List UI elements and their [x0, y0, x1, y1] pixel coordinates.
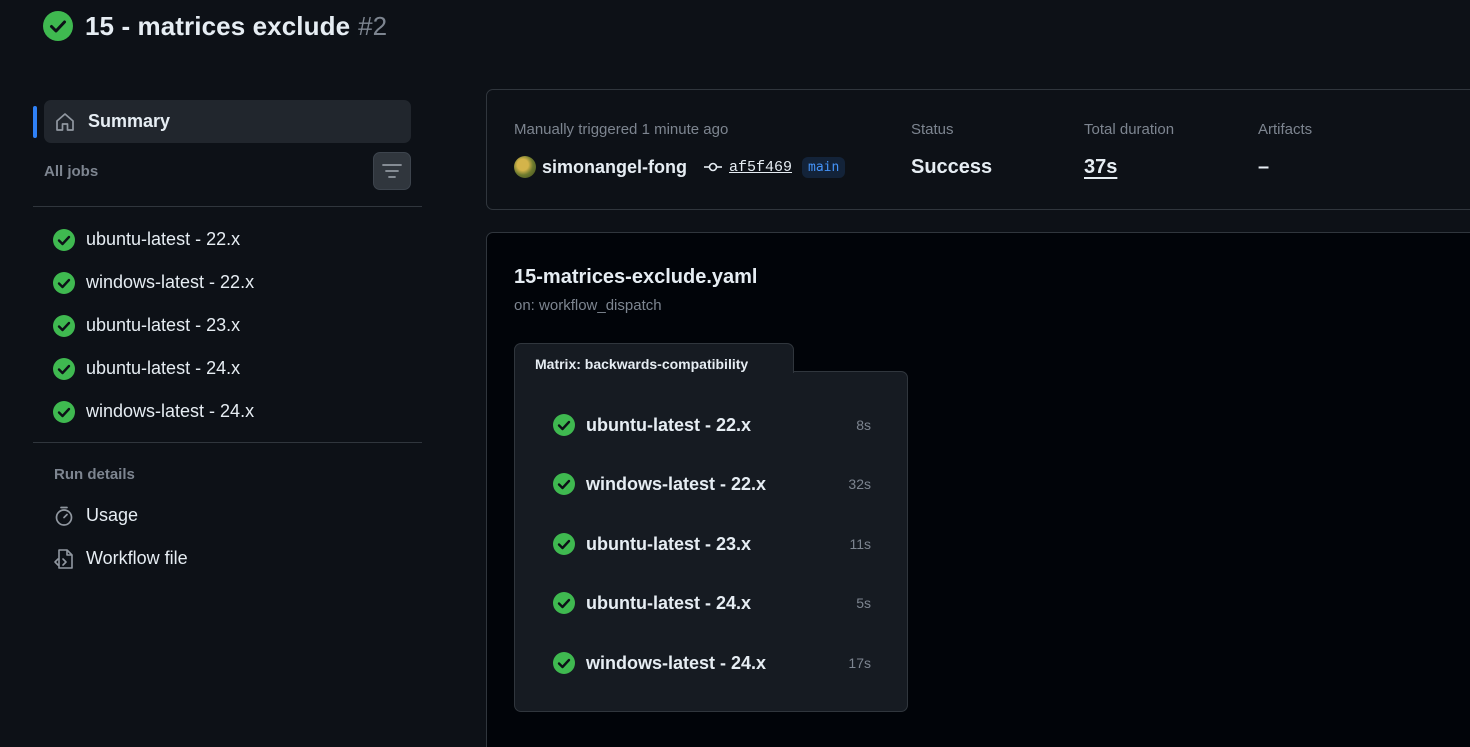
matrix-job-item[interactable]: ubuntu-latest - 23.x 11s [553, 530, 871, 558]
sidebar-item-summary[interactable]: Summary [33, 100, 411, 143]
sidebar-job-item[interactable]: ubuntu-latest - 24.x [33, 347, 422, 390]
stopwatch-icon [55, 506, 73, 526]
job-label: ubuntu-latest - 22.x [86, 229, 241, 249]
workflow-trigger: on: workflow_dispatch [514, 297, 662, 314]
matrix-job-label: ubuntu-latest - 22.x [586, 414, 752, 435]
check-circle-icon [553, 592, 575, 614]
job-list: ubuntu-latest - 22.x windows-latest - 22… [33, 207, 422, 442]
matrix-group: ubuntu-latest - 22.x 8s windows-latest -… [514, 371, 908, 712]
job-label: ubuntu-latest - 23.x [86, 315, 241, 335]
matrix-job-item[interactable]: ubuntu-latest - 22.x 8s [553, 411, 871, 439]
sidebar-job-item[interactable]: ubuntu-latest - 22.x [33, 218, 422, 261]
matrix-header[interactable]: Matrix: backwards-compatibility [514, 343, 794, 373]
check-circle-icon [53, 271, 75, 294]
check-circle-icon [53, 314, 75, 337]
job-duration: 5s [856, 595, 871, 611]
sidebar-job-item[interactable]: windows-latest - 22.x [33, 261, 422, 304]
check-circle-icon [53, 357, 75, 380]
check-circle-icon [553, 473, 575, 495]
job-duration: 11s [849, 536, 871, 552]
duration-link[interactable]: 37s [1084, 155, 1174, 179]
workflow-graph-card: 15-matrices-exclude.yaml on: workflow_di… [486, 232, 1470, 747]
run-details-heading: Run details [54, 466, 135, 483]
job-label: ubuntu-latest - 24.x [86, 358, 241, 378]
sidebar-item-usage[interactable]: Usage [33, 494, 422, 537]
check-circle-icon [43, 11, 73, 41]
run-summary-card: Manually triggered 1 minute ago simonang… [486, 89, 1470, 210]
job-duration: 32s [848, 476, 871, 492]
commit-link[interactable]: af5f469 [729, 159, 792, 176]
sidebar: Summary All jobs ubuntu-latest - 22.x wi… [33, 100, 422, 580]
matrix-job-label: windows-latest - 22.x [586, 473, 767, 494]
check-circle-icon [53, 228, 75, 251]
matrix-job-item[interactable]: ubuntu-latest - 24.x 5s [553, 589, 871, 617]
run-number: #2 [358, 10, 388, 41]
duration-label: Total duration [1084, 121, 1175, 138]
workflow-filename: 15-matrices-exclude.yaml [514, 266, 758, 288]
run-title: 15 - matrices exclude [85, 10, 351, 41]
artifacts-value: – [1258, 155, 1270, 178]
matrix-job-label: ubuntu-latest - 23.x [586, 533, 752, 554]
detail-label: Workflow file [86, 548, 188, 568]
file-code-icon [54, 548, 73, 569]
artifacts-label: Artifacts [1258, 121, 1313, 138]
username-link[interactable]: simonangel-fong [542, 157, 687, 178]
sidebar-job-item[interactable]: ubuntu-latest - 23.x [33, 304, 422, 347]
sidebar-item-label: Summary [88, 111, 171, 131]
check-circle-icon [53, 400, 75, 423]
check-circle-icon [553, 414, 575, 436]
matrix-job-item[interactable]: windows-latest - 24.x 17s [553, 649, 871, 677]
filter-icon [382, 164, 402, 178]
matrix-title: Matrix: backwards-compatibility [535, 356, 749, 372]
job-duration: 8s [856, 417, 871, 433]
sidebar-job-item[interactable]: windows-latest - 24.x [33, 390, 422, 433]
branch-badge[interactable]: main [802, 156, 846, 178]
job-label: windows-latest - 22.x [86, 272, 255, 292]
all-jobs-heading: All jobs [44, 162, 99, 180]
status-value: Success [911, 155, 993, 178]
divider [33, 442, 422, 443]
status-label: Status [911, 121, 954, 138]
git-commit-icon [703, 161, 723, 173]
matrix-job-item[interactable]: windows-latest - 22.x 32s [553, 470, 871, 498]
sidebar-item-workflow-file[interactable]: Workflow file [33, 537, 422, 580]
home-icon [56, 112, 74, 131]
job-duration: 17s [848, 655, 871, 671]
check-circle-icon [553, 533, 575, 555]
matrix-job-label: windows-latest - 24.x [586, 652, 767, 673]
avatar[interactable] [514, 156, 536, 178]
job-label: windows-latest - 24.x [86, 401, 255, 421]
filter-button[interactable] [373, 152, 411, 190]
run-header: 15 - matrices exclude #2 [43, 10, 387, 42]
matrix-job-label: ubuntu-latest - 24.x [586, 592, 752, 613]
trigger-label: Manually triggered 1 minute ago [514, 121, 729, 138]
check-circle-icon [553, 652, 575, 674]
detail-label: Usage [86, 505, 139, 525]
